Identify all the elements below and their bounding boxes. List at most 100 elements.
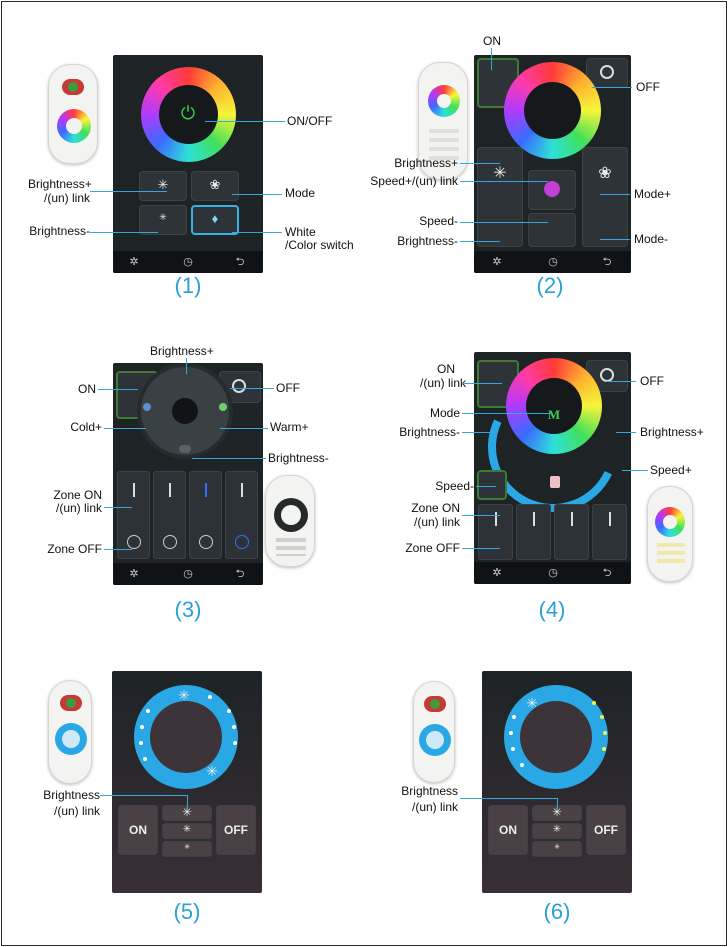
- bottom-nav: ✲ ◷ ⮌: [474, 251, 631, 273]
- caption-4: (4): [538, 597, 566, 622]
- label-zone-off: Zone OFF: [405, 541, 460, 555]
- label-mode: Mode: [285, 186, 316, 200]
- label-off: OFF: [276, 381, 300, 395]
- off-label: OFF: [594, 823, 618, 837]
- mode-plus-button[interactable]: [582, 147, 628, 247]
- sun-cold-icon: ✳: [526, 695, 538, 711]
- sun-bottom-icon: ✳: [206, 763, 218, 779]
- back-icon[interactable]: ⮌: [600, 255, 614, 269]
- label-zone-on-link: /(un) link: [55, 501, 102, 515]
- remote-control-image: [647, 486, 693, 582]
- zone-3-button[interactable]: [554, 504, 589, 560]
- caption-3: (3): [174, 597, 202, 622]
- clock-icon[interactable]: ◷: [181, 255, 195, 269]
- label-brightness-plus: Brightness+: [394, 156, 458, 170]
- label-on-link: /(un) link: [420, 376, 467, 390]
- phone-screen: ✳ ✳ ON ✳ ✳ ✳ OFF: [112, 671, 262, 893]
- label-brightness-minus: Brightness-: [268, 451, 329, 465]
- zone-2-button[interactable]: [153, 471, 186, 559]
- label-color-switch: /Color switch: [285, 238, 354, 252]
- back-icon[interactable]: ⮌: [233, 255, 247, 269]
- label-on-off: ON/OFF: [287, 114, 333, 128]
- zone-1-button[interactable]: [117, 471, 150, 559]
- sun-icon: ✳: [493, 165, 507, 182]
- label-zone-on: Zone ON: [411, 501, 460, 515]
- bottom-nav: ✲ ◷ ⮌: [113, 251, 263, 273]
- label-speed-minus: Speed-: [435, 479, 474, 493]
- label-brightness-minus: Brightness-: [397, 234, 458, 248]
- phone-screen: M ✲ ◷ ⮌: [474, 352, 631, 584]
- label-on: ON: [78, 382, 96, 396]
- fan-icon[interactable]: ✲: [490, 566, 504, 580]
- clock-icon[interactable]: ◷: [546, 566, 560, 580]
- label-cold-plus: Cold+: [70, 420, 102, 434]
- remote-control-image: [48, 680, 92, 784]
- caption-1: (1): [174, 273, 202, 298]
- on-label: ON: [129, 823, 147, 837]
- dpad-center[interactable]: [172, 398, 198, 424]
- phone-screen: ✲ ◷ ⮌: [113, 363, 263, 585]
- label-brightness-minus: Brightness-: [399, 425, 460, 439]
- speed-minus-button[interactable]: [528, 213, 576, 247]
- dpad-up[interactable]: [171, 367, 199, 389]
- label-off: OFF: [636, 80, 660, 94]
- label-zone-off: Zone OFF: [47, 542, 102, 556]
- label-brightness: Brightness: [401, 784, 458, 798]
- remote-control-image: [48, 64, 98, 164]
- dpad-left-cold[interactable]: [143, 403, 151, 411]
- off-circle-icon: [600, 368, 614, 382]
- label-brightness-plus: Brightness+: [640, 425, 704, 439]
- on-label: ON: [499, 823, 517, 837]
- remote-control-image: [413, 681, 455, 783]
- caption-6: (6): [543, 899, 571, 924]
- label-mode: Mode: [429, 406, 460, 420]
- fan-icon[interactable]: ✲: [490, 255, 504, 269]
- zone-4-button[interactable]: [225, 471, 258, 559]
- remote-control-image: [265, 475, 315, 567]
- off-circle-icon: [232, 379, 246, 393]
- phone-screen: ⏻ ✳ ❀ ✳ ♦ ✲ ◷ ⮌: [113, 55, 263, 273]
- clock-icon[interactable]: ◷: [181, 567, 195, 581]
- speed-minus-button[interactable]: [477, 470, 507, 500]
- color-wheel[interactable]: [504, 62, 601, 159]
- sun-top-icon: ✳: [178, 687, 190, 703]
- speed-slider-knob[interactable]: [550, 476, 560, 488]
- clock-icon[interactable]: ◷: [546, 255, 560, 269]
- label-on: ON: [437, 362, 455, 376]
- label-brightness-plus: Brightness+: [28, 177, 92, 191]
- label-brightness-plus: Brightness+: [150, 344, 214, 358]
- color-wheel[interactable]: [506, 358, 602, 454]
- back-icon[interactable]: ⮌: [233, 567, 247, 581]
- zone-1-button[interactable]: [478, 504, 513, 560]
- brightness-plus-button[interactable]: [477, 147, 523, 247]
- label-mode-minus: Mode-: [634, 232, 669, 246]
- flower-icon: ❀: [209, 177, 221, 192]
- back-icon[interactable]: ⮌: [600, 566, 614, 580]
- caption-2: (2): [536, 273, 564, 298]
- bottom-nav: ✲ ◷ ⮌: [113, 563, 263, 585]
- label-brightness-link: /(un) link: [411, 800, 458, 814]
- zone-2-button[interactable]: [516, 504, 551, 560]
- off-label: OFF: [224, 823, 248, 837]
- sun-medium-icon: ✳: [182, 824, 192, 835]
- sun-small-icon: ✳: [159, 212, 167, 222]
- fan-icon[interactable]: ✲: [127, 255, 141, 269]
- off-circle-icon: [600, 65, 614, 79]
- sun-small-icon: ✳: [554, 844, 560, 851]
- bulb-icon: ♦: [211, 211, 219, 226]
- speed-icon: [544, 181, 560, 197]
- zone-4-button[interactable]: [592, 504, 627, 560]
- dpad-right-warm[interactable]: [219, 403, 227, 411]
- label-brightness-link: /(un) link: [53, 804, 100, 818]
- zone-3-button[interactable]: [189, 471, 222, 559]
- label-warm-plus: Warm+: [270, 420, 309, 434]
- mode-icon[interactable]: M: [544, 407, 564, 423]
- power-icon[interactable]: ⏻: [176, 103, 200, 124]
- label-speed-minus: Speed-: [419, 214, 458, 228]
- label-brightness-minus: Brightness-: [29, 224, 90, 238]
- dpad-down[interactable]: [179, 445, 191, 453]
- flower-icon: ❀: [598, 165, 612, 182]
- caption-5: (5): [173, 899, 201, 924]
- sun-large-icon: ✳: [181, 805, 193, 819]
- fan-icon[interactable]: ✲: [127, 567, 141, 581]
